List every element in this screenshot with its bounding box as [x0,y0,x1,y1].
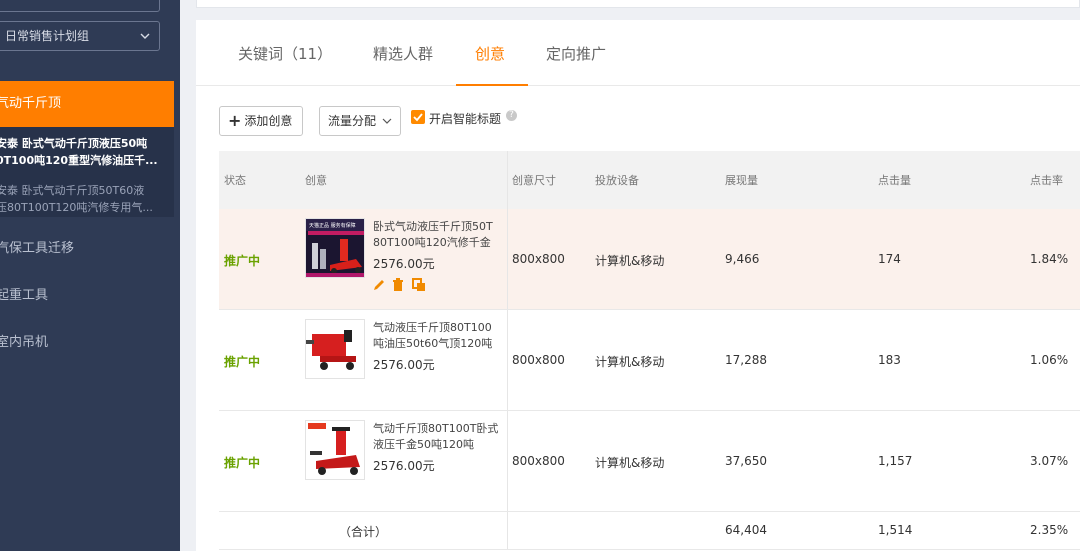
status-badge: 推广中 [224,254,261,268]
sidebar-sub-item[interactable]: 安泰 卧式气动千斤顶50T60液 压80T100T120吨汽修专用气... [0,182,166,216]
tab-bar: 关键词（11） 精选人群 创意 定向推广 [196,20,1080,86]
sidebar-link-indoor-crane[interactable]: 室内吊机 [0,331,48,350]
plus-icon: + [228,111,242,130]
creative-title-line: 80T100吨120汽修千金 [373,236,491,249]
creative-price: 2576.00元 [373,257,435,271]
traffic-allocation-label: 流量分配 [328,114,377,128]
sidebar-link-lifting-tools[interactable]: 起重工具 [0,284,48,303]
toolbar: + 添加创意 流量分配 开启智能标题 ? [196,105,1080,137]
tab-creative[interactable]: 创意 [475,43,505,85]
product-image [306,320,364,378]
header-ctr: 点击率 [1030,174,1063,187]
chevron-down-icon [382,118,392,124]
creative-price: 2576.00元 [373,459,435,473]
column-divider [507,151,508,209]
traffic-allocation-dropdown[interactable]: 流量分配 [319,106,401,136]
creative-size: 800x800 [512,353,565,367]
sidebar-link-tool-migration[interactable]: 汽保工具迁移 [0,237,74,256]
creative-thumbnail [305,420,365,480]
creative-title-line: 吨油压50t60气顶120吨 [373,337,493,350]
header-views: 展现量 [725,174,758,187]
add-creative-label: 添加创意 [244,114,293,128]
views-value: 17,288 [725,353,767,367]
checkbox-checked-icon [413,113,423,122]
views-value: 37,650 [725,454,767,468]
creative-panel: 关键词（11） 精选人群 创意 定向推广 + 添加创意 流量分配 开启智能标题 ?… [196,20,1080,551]
tab-keywords[interactable]: 关键词（11） [238,43,332,85]
ctr-value: 1.84% [1030,252,1069,266]
row-actions [372,278,432,294]
table-row[interactable]: 推广中 天猫正品 服务有保障 卧式气动液压千斤顶50T 80T100吨120汽修… [219,209,1080,310]
header-creative: 创意 [305,174,327,187]
top-panel-edge [196,0,1080,8]
table-total-row: （合计） 64,404 1,514 2.35% [219,512,1080,550]
sidebar-search-box[interactable] [0,0,160,12]
creative-title: 卧式气动液压千斤顶50T 80T100吨120汽修千金 [373,219,505,251]
creative-thumbnail [305,319,365,379]
thumb-banner: 天猫正品 服务有保障 [309,222,356,229]
views-value: 9,466 [725,252,760,266]
delivery-device: 计算机&移动 [595,456,665,470]
help-icon[interactable]: ? [506,110,517,121]
copy-icon[interactable] [412,278,426,292]
sidebar-sub-item-line: 安泰 卧式气动千斤顶液压50吨 [0,137,148,150]
ctr-value: 3.07% [1030,454,1069,468]
clicks-value: 1,157 [878,454,913,468]
column-divider [507,310,508,410]
header-device: 投放设备 [595,174,639,187]
creative-title-line: 卧式气动液压千斤顶50T [373,220,493,233]
product-image [306,421,364,479]
sidebar-sub-item-line: 安泰 卧式气动千斤顶50T60液 [0,184,145,197]
creative-title-line: 液压千金50吨120吨 [373,438,474,451]
clicks-value: 174 [878,252,901,266]
tab-targeting[interactable]: 定向推广 [546,43,606,85]
creative-title: 气动液压千斤顶80T100 吨油压50t60气顶120吨 [373,320,505,352]
clicks-value: 183 [878,353,901,367]
sidebar-sub-list: 安泰 卧式气动千斤顶液压50吨 0T100吨120重型汽修油压千... 安泰 卧… [0,127,174,217]
header-clicks: 点击量 [878,174,911,187]
product-image: 天猫正品 服务有保障 [306,219,364,277]
chevron-down-icon [140,33,150,39]
total-views: 64,404 [725,523,767,537]
table-row[interactable]: 推广中 气动千斤顶80T100T卧式 液压千金50吨120吨 2576.00元 [219,411,1080,512]
delivery-device: 计算机&移动 [595,254,665,268]
sidebar: 日常销售计划组 气动千斤顶 安泰 卧式气动千斤顶液压50吨 0T100吨120重… [0,0,180,551]
header-status: 状态 [224,174,246,187]
tab-audience[interactable]: 精选人群 [373,43,433,85]
trash-icon[interactable] [391,278,405,292]
creative-title-line: 气动液压千斤顶80T100 [373,321,492,334]
column-divider [507,512,508,549]
plan-group-select[interactable]: 日常销售计划组 [0,21,160,51]
creative-thumbnail: 天猫正品 服务有保障 [305,218,365,278]
delivery-device: 计算机&移动 [595,355,665,369]
header-size: 创意尺寸 [512,174,556,187]
plan-group-select-value: 日常销售计划组 [5,29,90,43]
sidebar-sub-item-line: 压80T100T120吨汽修专用气... [0,201,153,214]
smart-title-label: 开启智能标题 [429,112,502,126]
smart-title-checkbox[interactable] [411,110,425,124]
column-divider [507,209,508,309]
creative-price: 2576.00元 [373,358,435,372]
table-row[interactable]: 推广中 气动液压千斤顶80T100 吨油压50t60气顶120吨 2576.00… [219,310,1080,411]
sidebar-sub-item-line: 0T100吨120重型汽修油压千... [0,154,158,167]
add-creative-button[interactable]: + 添加创意 [219,106,303,136]
total-label: （合计） [339,525,388,539]
sidebar-group-label: 气动千斤顶 [0,96,62,111]
creative-title: 气动千斤顶80T100T卧式 液压千金50吨120吨 [373,421,505,453]
ctr-value: 1.06% [1030,353,1069,367]
table-header: 状态 创意 创意尺寸 投放设备 展现量 点击量 点击率 [219,151,1080,209]
column-divider [507,411,508,511]
tab-active-underline [456,84,528,86]
creative-size: 800x800 [512,454,565,468]
pencil-icon[interactable] [372,278,386,292]
total-ctr: 2.35% [1030,523,1069,537]
status-badge: 推广中 [224,456,261,470]
total-clicks: 1,514 [878,523,913,537]
status-badge: 推广中 [224,355,261,369]
sidebar-sub-item[interactable]: 安泰 卧式气动千斤顶液压50吨 0T100吨120重型汽修油压千... [0,135,166,169]
creative-title-line: 气动千斤顶80T100T卧式 [373,422,499,435]
creative-size: 800x800 [512,252,565,266]
sidebar-group-active[interactable]: 气动千斤顶 [0,81,174,127]
